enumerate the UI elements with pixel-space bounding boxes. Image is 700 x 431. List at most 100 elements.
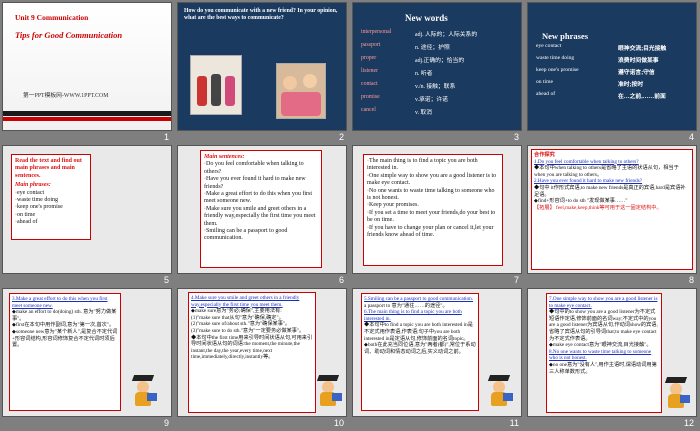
list-item: 眼神交流;目光接触 [618,46,667,52]
slide-2[interactable]: How do you communicate with a new friend… [178,3,346,130]
list-item: 5.Smiling can be a passport to good comm… [364,296,474,302]
decorative-bar [3,111,171,116]
slide-3[interactable]: New words interpersonal adj. 人际的；人际关系的 p… [353,3,521,130]
slide-number: 3 [513,132,519,142]
list-item: ·Make a great effort to do this when you… [204,191,313,205]
list-item: ·Make sure you smile and greet others in… [204,205,316,227]
content-box: Read the text and find out main phrases … [11,154,91,240]
list-item: ·ahead of [15,219,38,226]
slide-thumb-12[interactable]: 7.One simple way to show you are a good … [525,286,700,429]
list-item: n. 听者 [415,71,433,77]
list-item: (3)"make sure to do sth."意为"一定要务必做某事"。 [191,327,305,334]
content-box: 3.Make a great effort to do this when yo… [9,293,121,411]
slide-thumb-3[interactable]: New words interpersonal adj. 人际的；人际关系的 p… [350,0,525,143]
list-item: ◆本句中to find a topic you are both interes… [364,322,473,342]
slide-number: 7 [513,275,519,285]
list-item: 2.Have you ever found it hard to make ne… [534,178,643,185]
slide-5[interactable]: Read the text and find out main phrases … [3,146,171,273]
list-item: 8.No one wants to waste time talking to … [549,348,652,362]
list-item: ◆make eye contact意为"眼神交流,目光接触"。 [549,342,652,349]
list-item: ahead of [536,91,556,97]
slide-thumb-1[interactable]: Unit 9 Communication Tips for Good Commu… [0,0,175,143]
slide-thumb-4[interactable]: New phrases eye contact 眼神交流;目光接触 waste … [525,0,700,143]
list-item: 准时;按时 [618,82,644,88]
slide-number: 8 [688,275,694,285]
list-item: on time [536,79,553,85]
slide-number: 9 [163,418,169,428]
list-item: ◆本句中the first time用来引导时间状语从句,可用来引导时间状语从句… [191,334,313,361]
list-item: ◆make sure意为"务必;确保",主要用法有: [191,308,282,315]
list-item: adj.正确的；恰当的 [415,58,465,64]
slide-thumb-11[interactable]: 5.Smiling can be a passport to good comm… [350,286,525,429]
slide-number: 1 [163,132,169,142]
list-item: 3.Make a great effort to do this when yo… [12,296,108,309]
slide-12[interactable]: 7.One simple way to show you are a good … [528,289,696,416]
list-item: ◆first在本句中用作副词,意为"第一次,首次"。 [12,322,115,329]
slide-6[interactable]: Main sentences: ·Do you feel comfortable… [178,146,346,273]
intro-text: Read the text and find out main phrases … [15,158,82,179]
list-item: 浪费时间做某事 [618,58,659,64]
slide-thumb-5[interactable]: Read the text and find out main phrases … [0,143,175,286]
section-label: Main phrases: [15,182,51,189]
list-item: passport [361,42,381,48]
list-item: n. 途径；护照 [415,45,450,51]
slide-thumb-7[interactable]: ·The main thing is to find a topic you a… [350,143,525,286]
slide-number: 4 [688,132,694,142]
list-item: ◆no one意为"没有人",用作主语时,谓语动词用第三人称单数形式。 [549,361,657,375]
list-item: ·If you have to change your plan or canc… [367,224,494,239]
slide-thumb-9[interactable]: 3.Make a great effort to do this when yo… [0,286,175,429]
list-item: waste time doing [536,55,575,61]
list-item: ·Have you ever found it hard to make new… [204,176,306,190]
list-item: 6.The main thing is to find a topic you … [364,309,462,322]
slide-7[interactable]: ·The main thing is to find a topic you a… [353,146,521,273]
slide-thumb-2[interactable]: How do you communicate with a new friend… [175,0,350,143]
content-box: 7.One simple way to show you are a good … [546,293,662,413]
slide-8[interactable]: 合作探究 1.Do you feel comfortable when talk… [528,146,696,273]
list-item: ◆make an effort to do(doing) sth. 意为"努力做… [12,309,117,322]
list-item: v./n. 接触；联系 [415,84,456,90]
list-item: eye contact [536,43,562,49]
list-item: keep one's promise [536,67,579,73]
slide-9[interactable]: 3.Make a great effort to do this when yo… [3,289,171,416]
list-item: ◆find+形容词+to do sth "发现做某事……" [534,198,628,205]
list-item: listener [361,68,379,74]
list-item: 7.One simple way to show you are a good … [549,296,658,309]
list-item: v.承诺；许诺 [415,97,448,103]
list-item: ·Keep your promises. [367,202,419,209]
slide-heading: New phrases [542,31,589,41]
student-mascot-icon [664,377,692,409]
list-item: ◆句中 it作形式宾语,to make new friends是真正的宾语,ha… [534,184,686,198]
list-item: 【拓展】 feel,make,keep,think等可用于这一固定结构中。 [534,204,662,211]
photo-kids [190,55,242,115]
list-item: 在…之前,……前面 [618,94,666,100]
slide-4[interactable]: New phrases eye contact 眼神交流;目光接触 waste … [528,3,696,130]
list-item: adj. 人际的；人际关系的 [415,32,478,38]
list-item: ·No one wants to waste time talking to s… [367,187,495,202]
slide-thumb-10[interactable]: 4.Make sure you smile and greet others i… [175,286,350,429]
list-item: contact [361,81,378,87]
list-item: 4.Make sure you smile and greet others i… [191,295,300,308]
slide-number: 10 [333,418,344,428]
slide-thumb-6[interactable]: Main sentences: ·Do you feel comfortable… [175,143,350,286]
slide-thumb-8[interactable]: 合作探究 1.Do you feel comfortable when talk… [525,143,700,286]
section-label: 合作探究 [534,152,555,158]
question-text: How do you communicate with a new friend… [184,8,338,21]
list-item: ◆句中的to show you are a good listener为不定式短… [549,309,658,342]
slide-1[interactable]: Unit 9 Communication Tips for Good Commu… [3,3,171,130]
decorative-bar [3,117,171,121]
list-item: ·One simple way to show you are a good l… [367,172,497,187]
slide-title: Unit 9 Communication [15,13,89,22]
student-mascot-icon [131,375,159,407]
slide-heading: New words [405,13,448,23]
slide-10[interactable]: 4.Make sure you smile and greet others i… [178,289,346,416]
list-item: ·Do you feel comfortable when talking to… [204,161,304,175]
slide-number: 12 [683,418,694,428]
content-box: 5.Smiling can be a passport to good comm… [361,293,479,411]
list-item: 遵守诺言;守信 [618,70,655,76]
content-box: 4.Make sure you smile and greet others i… [188,292,316,413]
list-item: (2)"make sure of/about sth."意为"确保某事"。 [191,321,291,328]
list-item: ◆both在此充当同位语,意为"两者(都)",常位于系动词、助动词和情态动词之后… [364,342,476,355]
slide-11[interactable]: 5.Smiling can be a passport to good comm… [353,289,521,416]
list-item: ·waste time doing [15,197,58,204]
list-item: ·If you set a time to meet your friends,… [367,209,496,224]
